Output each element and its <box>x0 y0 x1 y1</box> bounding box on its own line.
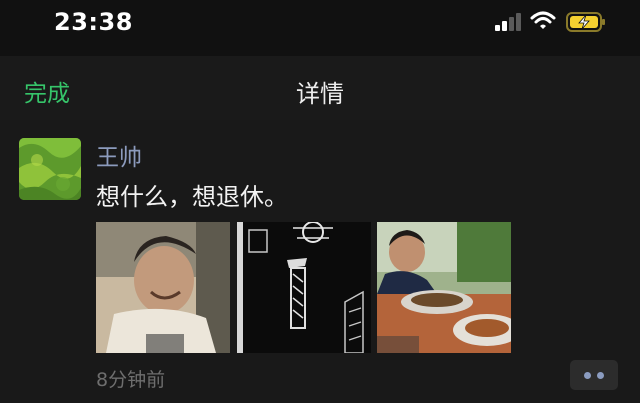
battery-charging-icon <box>566 12 605 32</box>
status-bar: 23:38 <box>0 0 640 46</box>
status-time: 23:38 <box>54 8 133 36</box>
more-button[interactable] <box>570 360 618 390</box>
wifi-icon <box>530 11 556 29</box>
post-time: 8分钟前 <box>96 369 166 391</box>
post-text: 想什么，想退休。 <box>96 183 288 211</box>
man-dining-photo[interactable] <box>377 222 511 353</box>
more-dots-icon <box>597 372 604 379</box>
page-title: 详情 <box>296 80 344 108</box>
avatar[interactable] <box>19 138 81 200</box>
more-dots-icon <box>584 372 591 379</box>
author-name[interactable]: 王帅 <box>96 138 142 172</box>
man-laughing-photo[interactable] <box>96 222 230 353</box>
cellular-signal-icon <box>495 13 521 31</box>
black-white-artwork-photo[interactable] <box>237 222 371 353</box>
moment-post: 王帅 想什么，想退休。 8分钟前 <box>0 120 640 403</box>
nav-bar: 完成 详情 <box>0 56 640 120</box>
